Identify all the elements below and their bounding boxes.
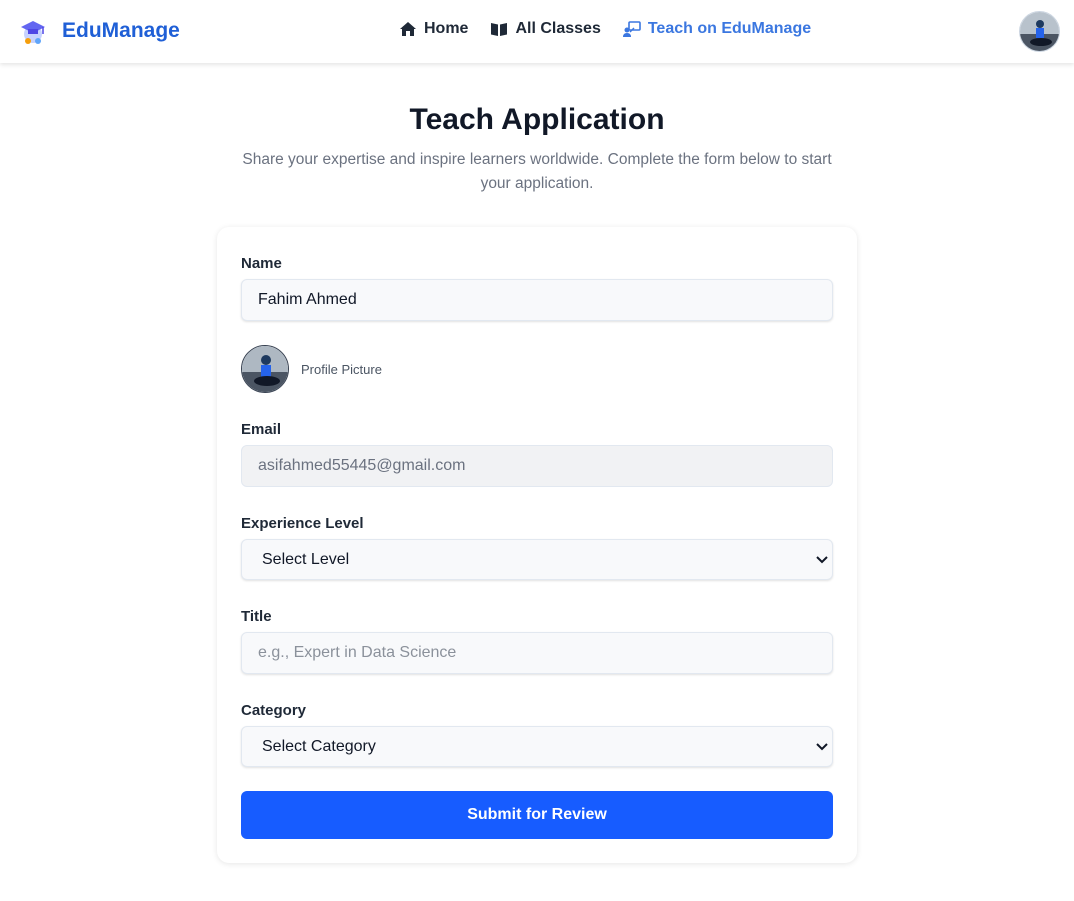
home-icon bbox=[399, 20, 417, 38]
profile-picture-row: Profile Picture bbox=[241, 345, 382, 393]
nav-teach-link[interactable]: Teach on EduManage bbox=[622, 20, 812, 38]
nav-links: Home All Classes Teach on EduManage bbox=[399, 20, 811, 38]
profile-picture-caption: Profile Picture bbox=[301, 361, 382, 377]
chevron-down-icon bbox=[816, 556, 828, 564]
brand-link[interactable]: EduManage bbox=[19, 16, 180, 46]
category-label: Category bbox=[241, 702, 307, 719]
nav-home-link[interactable]: Home bbox=[399, 20, 468, 38]
category-select[interactable]: Select Category bbox=[241, 726, 833, 767]
nav-teach-label: Teach on EduManage bbox=[647, 20, 812, 37]
experience-level-value: Select Level bbox=[262, 550, 350, 568]
nav-home-label: Home bbox=[424, 20, 469, 37]
name-label: Name bbox=[241, 255, 282, 272]
experience-level-label: Experience Level bbox=[241, 515, 364, 532]
email-input bbox=[241, 445, 833, 487]
nav-all-classes-label: All Classes bbox=[515, 20, 601, 37]
submit-for-review-button[interactable]: Submit for Review bbox=[241, 791, 833, 839]
title-label: Title bbox=[241, 608, 272, 625]
name-input[interactable] bbox=[241, 279, 833, 321]
graduation-cap-logo-icon bbox=[21, 21, 45, 44]
teacher-icon bbox=[622, 20, 641, 38]
user-avatar[interactable] bbox=[1019, 11, 1060, 52]
title-input[interactable] bbox=[241, 632, 833, 674]
chevron-down-icon bbox=[816, 743, 828, 751]
application-form-card: Name Profile Picture Email Experience Le… bbox=[217, 227, 857, 863]
brand-name: EduManage bbox=[62, 19, 180, 42]
top-navbar: EduManage Home All Classes Teach on EduM… bbox=[0, 0, 1074, 63]
category-value: Select Category bbox=[262, 737, 376, 755]
profile-picture bbox=[241, 345, 289, 393]
experience-level-select[interactable]: Select Level bbox=[241, 539, 833, 580]
page-title: Teach Application bbox=[409, 103, 665, 136]
email-label: Email bbox=[241, 421, 282, 438]
page-subtitle: Share your expertise and inspire learner… bbox=[242, 151, 832, 192]
book-open-icon bbox=[490, 20, 508, 38]
nav-all-classes-link[interactable]: All Classes bbox=[490, 20, 601, 38]
